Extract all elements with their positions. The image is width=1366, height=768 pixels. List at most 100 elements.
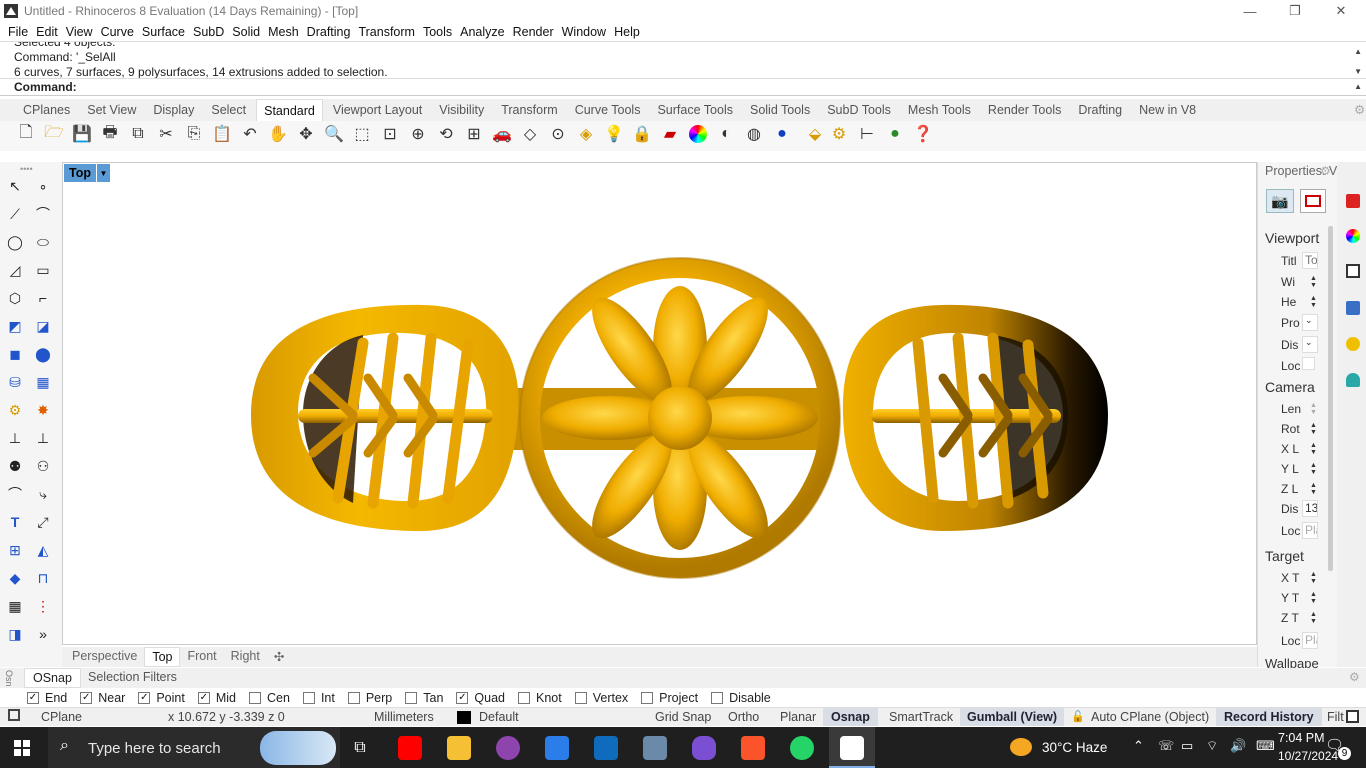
- ungroup-icon[interactable]: ⚇: [32, 455, 54, 477]
- viewport-menu-dropdown-icon[interactable]: ▼: [97, 164, 110, 182]
- add-viewport-tab-icon[interactable]: ✣: [267, 647, 291, 667]
- car-icon[interactable]: 🚗: [491, 123, 513, 145]
- status-osnap[interactable]: Osnap: [823, 708, 878, 726]
- menu-analyze[interactable]: Analyze: [460, 25, 504, 39]
- help-panel-tab-icon[interactable]: [1346, 301, 1360, 315]
- light-icon[interactable]: 💡: [603, 123, 625, 145]
- osnap-end[interactable]: ✓ End: [27, 691, 67, 705]
- obsidian-icon[interactable]: [692, 736, 716, 760]
- zoom-window-icon[interactable]: ⬚: [351, 123, 373, 145]
- new-file-icon[interactable]: 🗋: [15, 123, 37, 145]
- menu-window[interactable]: Window: [562, 25, 606, 39]
- padlock-icon[interactable]: 🔓: [1071, 710, 1085, 723]
- menu-transform[interactable]: Transform: [358, 25, 415, 39]
- osnap-near[interactable]: ✓ Near: [80, 691, 125, 705]
- status-smarttrack[interactable]: SmartTrack: [889, 710, 953, 724]
- status-record-history[interactable]: Record History: [1216, 708, 1322, 726]
- status-grid-snap[interactable]: Grid Snap: [655, 710, 711, 724]
- y-target-spinner-icon[interactable]: ▲ ▼: [1310, 591, 1317, 605]
- zoom-extents-icon[interactable]: ⊡: [379, 123, 401, 145]
- lens-spinner-icon[interactable]: ▲ ▼: [1310, 402, 1317, 416]
- checkbox[interactable]: ✓: [138, 692, 151, 704]
- status-filter[interactable]: Filt: [1327, 710, 1344, 724]
- lights-panel-tab-icon[interactable]: [1346, 337, 1360, 351]
- filter-checkbox[interactable]: [1346, 710, 1359, 723]
- wifi-icon[interactable]: ⌔: [1206, 738, 1218, 754]
- osnap-vertex[interactable]: Vertex: [574, 691, 628, 705]
- status-units[interactable]: Millimeters: [374, 710, 434, 724]
- viewport-top[interactable]: [62, 162, 1257, 645]
- text-icon[interactable]: T: [4, 511, 26, 533]
- checkbox[interactable]: [249, 692, 261, 704]
- circle-icon[interactable]: ◯: [4, 231, 26, 253]
- help-icon[interactable]: ❓: [912, 123, 934, 145]
- scroll-up-icon[interactable]: ▲: [1354, 44, 1362, 59]
- render-sphere-icon[interactable]: ◍: [743, 123, 765, 145]
- z-location-spinner-icon[interactable]: ▲ ▼: [1310, 482, 1317, 496]
- tab-render-tools[interactable]: Render Tools: [981, 99, 1068, 121]
- rotation-spinner-icon[interactable]: ▲ ▼: [1310, 422, 1317, 436]
- extrude-icon[interactable]: ◪: [32, 315, 54, 337]
- display-panel-tab-icon[interactable]: [1346, 264, 1360, 278]
- cut-icon[interactable]: ✂: [155, 123, 177, 145]
- command-spin-icon[interactable]: ▲: [1354, 79, 1362, 95]
- checkbox[interactable]: ✓: [80, 692, 93, 704]
- tab-standard[interactable]: Standard: [256, 99, 323, 121]
- width-spinner-icon[interactable]: ▲ ▼: [1310, 275, 1317, 289]
- grid-plane-icon[interactable]: ◇: [519, 123, 541, 145]
- checkbox[interactable]: [518, 692, 530, 704]
- paste-icon[interactable]: 📋: [211, 123, 233, 145]
- language-icon[interactable]: ⌨: [1256, 738, 1275, 754]
- tab-visibility[interactable]: Visibility: [432, 99, 491, 121]
- open-file-icon[interactable]: 🗁: [43, 123, 65, 145]
- select-arrow-icon[interactable]: ↖: [4, 175, 26, 197]
- osnap-mid[interactable]: ✓ Mid: [197, 691, 236, 705]
- x-target-spinner-icon[interactable]: ▲ ▼: [1310, 571, 1317, 585]
- checkbox[interactable]: [347, 692, 360, 704]
- calculator-icon[interactable]: [643, 736, 667, 760]
- checkbox[interactable]: ✓: [27, 692, 39, 704]
- fillet-icon[interactable]: ⌐: [32, 287, 54, 309]
- menu-surface[interactable]: Surface: [142, 25, 185, 39]
- wireframe-sphere-icon[interactable]: ◐: [715, 123, 737, 145]
- status-cplane[interactable]: CPlane: [41, 710, 82, 724]
- menu-drafting[interactable]: Drafting: [307, 25, 351, 39]
- point-cloud-icon[interactable]: ⊙: [547, 123, 569, 145]
- grid-array-icon[interactable]: ▦: [4, 595, 26, 617]
- battery-icon[interactable]: ▭: [1181, 738, 1193, 754]
- brave-browser-icon[interactable]: [741, 736, 765, 760]
- scroll-down-icon[interactable]: ▼: [1354, 64, 1362, 78]
- menu-tools[interactable]: Tools: [423, 25, 452, 39]
- status-planar[interactable]: Planar: [780, 710, 816, 724]
- tab-set-view[interactable]: Set View: [80, 99, 143, 121]
- checkbox[interactable]: [574, 692, 587, 704]
- file-explorer-icon[interactable]: [447, 736, 471, 760]
- outlook-icon[interactable]: [594, 736, 618, 760]
- four-viewports-icon[interactable]: ⊞: [463, 123, 485, 145]
- prop-title-field[interactable]: To: [1302, 252, 1318, 269]
- polygon-icon[interactable]: ⬡: [4, 287, 26, 309]
- print-icon[interactable]: 🖶: [99, 123, 121, 145]
- menu-edit[interactable]: Edit: [36, 25, 58, 39]
- clock-time[interactable]: 7:04 PM: [1278, 731, 1325, 745]
- tab-perspective[interactable]: Perspective: [65, 647, 144, 667]
- tab-select[interactable]: Select: [204, 99, 253, 121]
- more-tools-icon[interactable]: »: [32, 623, 54, 645]
- panel-settings-icon[interactable]: ⚙: [1320, 164, 1331, 178]
- y-location-spinner-icon[interactable]: ▲ ▼: [1310, 462, 1317, 476]
- weather-haze-icon[interactable]: [1010, 738, 1032, 756]
- height-spinner-icon[interactable]: ▲ ▼: [1310, 295, 1317, 309]
- checkbox[interactable]: ✓: [456, 692, 469, 704]
- solid-box-icon[interactable]: ◆: [4, 567, 26, 589]
- undo-icon[interactable]: ↶: [239, 123, 261, 145]
- tab-drafting[interactable]: Drafting: [1071, 99, 1129, 121]
- menu-render[interactable]: Render: [513, 25, 554, 39]
- import-icon[interactable]: ⧉: [127, 123, 149, 145]
- tab-right[interactable]: Right: [224, 647, 267, 667]
- tab-selection-filters[interactable]: Selection Filters: [88, 670, 177, 684]
- arc-icon[interactable]: ◿: [4, 259, 26, 281]
- boolean-icon[interactable]: ⬤: [32, 343, 54, 365]
- tab-display[interactable]: Display: [146, 99, 201, 121]
- checkbox[interactable]: [711, 692, 724, 704]
- osnap-project[interactable]: Project: [641, 691, 698, 705]
